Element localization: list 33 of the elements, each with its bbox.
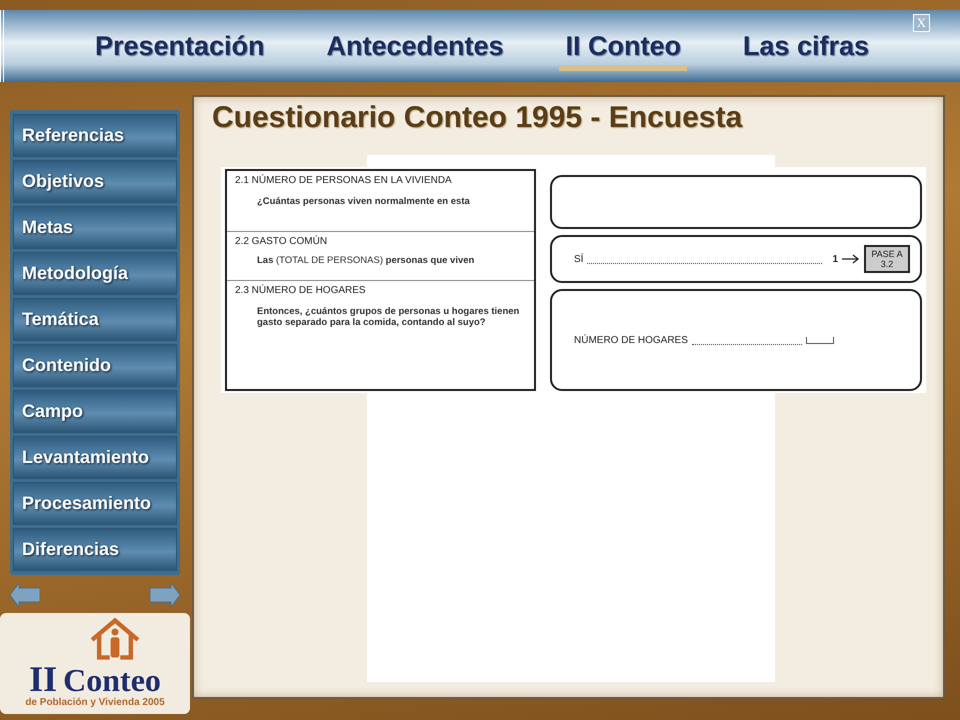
back-arrow-icon[interactable] [10, 583, 40, 607]
question-heading: 2.1 NÚMERO DE PERSONAS EN LA VIVIENDA [235, 175, 453, 186]
sidebar-item[interactable]: Metas [13, 206, 177, 249]
nav-tab[interactable]: Antecedentes [320, 27, 510, 71]
logo-subtitle: de Población y Vivienda 2005 [25, 697, 165, 708]
answer-label: SÍ [574, 254, 584, 264]
close-button[interactable]: X [912, 14, 930, 32]
question-heading: 2.3 NÚMERO DE HOGARES [235, 285, 367, 296]
answer-label: NÚMERO DE HOGARES [574, 334, 688, 346]
question-heading: 2.2 GASTO COMÚN [235, 236, 328, 247]
page-title: Cuestionario Conteo 1995 - Encuesta [212, 101, 744, 135]
question-text: Entonces, ¿cuántos grupos de personas u hogares tienen gasto separado para la comida, contando al suyo? [257, 306, 520, 328]
question-text: ¿Cuántas personas viven normalmente en esta [257, 196, 471, 207]
answer-code: 1 [832, 254, 838, 264]
sidebar-item[interactable]: Campo [13, 390, 177, 433]
sidebar-item[interactable]: Referencias [13, 114, 177, 157]
sidebar-item[interactable]: Metodología [13, 252, 177, 295]
sidebar-item[interactable]: Temática [13, 298, 177, 341]
skip-instruction: PASE A 3.2 [864, 245, 910, 273]
logo-text: Conteo [63, 664, 161, 696]
sidebar-item[interactable]: Procesamiento [13, 482, 177, 525]
sidebar-item[interactable]: Contenido [13, 344, 177, 387]
logo-text: II [29, 661, 58, 697]
question-text: Las (TOTAL DE PERSONAS) personas que viven [257, 255, 476, 266]
forward-arrow-icon[interactable] [150, 583, 180, 607]
sidebar-item[interactable]: Levantamiento [13, 436, 177, 479]
sidebar-item[interactable]: Diferencias [13, 528, 177, 571]
nav-tab[interactable]: Presentación [88, 27, 271, 71]
nav-tab[interactable]: II Conteo [559, 27, 687, 71]
arrow-icon [842, 254, 860, 264]
nav-tab[interactable]: Las cifras [736, 27, 875, 71]
sidebar-item[interactable]: Objetivos [13, 160, 177, 203]
fill-in-line [806, 336, 834, 344]
